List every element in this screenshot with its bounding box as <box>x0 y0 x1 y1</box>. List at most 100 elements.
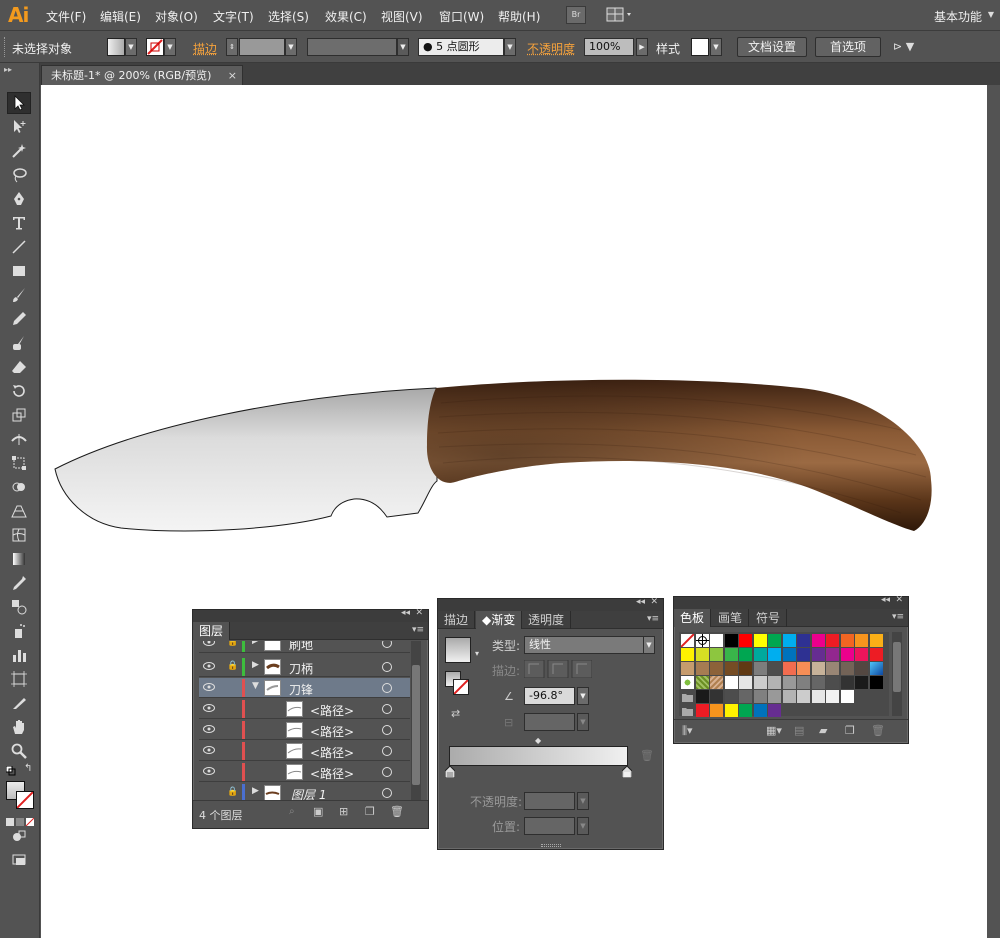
swatch[interactable] <box>695 662 709 675</box>
arrange-documents-icon[interactable] <box>606 6 636 24</box>
swatch[interactable] <box>681 648 694 661</box>
visibility-eye-icon[interactable] <box>203 641 215 646</box>
eyedropper-tool-icon[interactable] <box>7 572 31 594</box>
blob-brush-tool-icon[interactable] <box>7 332 31 354</box>
variable-width-profile[interactable] <box>307 38 397 56</box>
swatch[interactable] <box>840 648 854 661</box>
swatch[interactable] <box>782 648 796 661</box>
stroke-label[interactable]: 描边 <box>193 40 217 57</box>
swatch[interactable] <box>681 690 694 703</box>
selection-tool-icon[interactable] <box>7 92 31 114</box>
menu-effect[interactable]: 效果(C) <box>325 8 367 25</box>
slice-tool-icon[interactable] <box>7 692 31 714</box>
layer-row[interactable]: <路径> <box>199 741 410 761</box>
visibility-eye-icon[interactable] <box>203 662 215 670</box>
brush-dropdown[interactable]: ▼ <box>504 38 516 56</box>
swatch[interactable] <box>826 634 839 647</box>
show-swatch-kinds-icon[interactable]: ▦▾ <box>766 724 782 737</box>
clipping-mask-icon[interactable]: ▣ <box>313 805 323 818</box>
swatch[interactable] <box>797 634 810 647</box>
expand-triangle-icon[interactable]: ▶ <box>252 641 259 646</box>
target-circle-icon[interactable] <box>382 767 392 777</box>
layers-panel-titlebar[interactable]: ◂◂ ✕ <box>193 608 428 622</box>
workspace-switcher[interactable]: 基本功能 <box>934 8 982 25</box>
swatch[interactable] <box>855 662 868 675</box>
paintbrush-tool-icon[interactable] <box>7 284 31 306</box>
swatch[interactable] <box>739 634 752 647</box>
default-fill-stroke-icon[interactable] <box>5 765 16 776</box>
direct-selection-tool-icon[interactable] <box>7 116 31 138</box>
perspective-grid-tool-icon[interactable] <box>7 500 31 522</box>
midpoint-diamond-icon[interactable]: ◆ <box>535 736 541 745</box>
swatch[interactable] <box>695 704 709 717</box>
gradient-type-dropdown[interactable]: ▼ <box>643 636 655 654</box>
collapse-panel-icon[interactable]: ◂◂ <box>636 597 645 607</box>
tab-layers[interactable]: 图层 <box>193 622 231 640</box>
new-sublayer-icon[interactable]: ⊞ <box>339 805 348 818</box>
angle-dropdown[interactable]: ▼ <box>577 687 589 705</box>
visibility-eye-icon[interactable] <box>203 767 215 775</box>
swatch[interactable] <box>681 662 694 675</box>
swatch[interactable] <box>768 648 781 661</box>
document-tab[interactable]: 未标题-1* @ 200% (RGB/预览) × <box>41 65 243 85</box>
close-tab-icon[interactable]: × <box>228 66 237 85</box>
path-name[interactable]: <路径> <box>310 702 354 719</box>
type-tool-icon[interactable] <box>7 212 31 234</box>
layer-row-selected[interactable]: ▼ 刀锋 <box>199 678 410 698</box>
pen-tool-icon[interactable] <box>7 188 31 210</box>
swatch[interactable] <box>724 676 738 689</box>
visibility-eye-icon[interactable] <box>203 746 215 754</box>
collapse-panel-icon[interactable]: ◂◂ <box>881 595 890 605</box>
menu-window[interactable]: 窗口(W) <box>439 8 484 25</box>
swatch[interactable] <box>695 676 709 689</box>
target-circle-icon[interactable] <box>382 746 392 756</box>
swatch[interactable] <box>869 676 883 689</box>
drawing-mode-icon[interactable] <box>7 825 31 847</box>
swatches-panel-titlebar[interactable]: ◂◂ ✕ <box>674 595 908 609</box>
gradient-panel-titlebar[interactable]: ◂◂ ✕ <box>438 597 663 611</box>
swatch[interactable] <box>681 676 694 689</box>
new-layer-icon[interactable]: ❐ <box>365 805 375 818</box>
new-swatch-icon[interactable]: ❐ <box>845 724 855 737</box>
mesh-tool-icon[interactable] <box>7 524 31 546</box>
brush-definition-field[interactable]: ● 5 点圆形 <box>418 38 504 56</box>
swatch[interactable] <box>855 648 868 661</box>
swatch[interactable] <box>768 662 781 675</box>
stop-location-dropdown[interactable]: ▼ <box>577 817 589 835</box>
swatch[interactable] <box>811 690 825 703</box>
swatch[interactable] <box>797 676 810 689</box>
hand-tool-icon[interactable] <box>7 716 31 738</box>
opacity-label[interactable]: 不透明度 <box>527 40 575 57</box>
screen-mode-icon[interactable] <box>7 849 31 871</box>
swatch[interactable] <box>695 690 709 703</box>
menu-file[interactable]: 文件(F) <box>46 8 86 25</box>
swatch[interactable] <box>840 662 854 675</box>
stroke-gradient-buttons[interactable] <box>523 659 593 679</box>
lasso-tool-icon[interactable] <box>7 164 31 186</box>
menu-select[interactable]: 选择(S) <box>268 8 309 25</box>
layer-row[interactable]: <路径> <box>199 720 410 740</box>
stop-opacity-dropdown[interactable]: ▼ <box>577 792 589 810</box>
variable-width-dropdown[interactable]: ▼ <box>397 38 409 56</box>
tab-stroke[interactable]: 描边 <box>438 611 476 629</box>
target-circle-icon[interactable] <box>382 662 392 672</box>
fill-dropdown-arrow[interactable]: ▼ <box>125 38 137 56</box>
target-circle-icon[interactable] <box>382 725 392 735</box>
menu-view[interactable]: 视图(V) <box>381 8 423 25</box>
swatch[interactable] <box>840 634 854 647</box>
delete-swatch-icon[interactable]: 🗑 <box>871 724 885 737</box>
layer-row[interactable]: <路径> <box>199 762 410 782</box>
swatch[interactable] <box>724 634 738 647</box>
stroke-weight-stepper[interactable]: ⇕ <box>226 38 238 56</box>
menu-help[interactable]: 帮助(H) <box>498 8 540 25</box>
path-name[interactable]: <路径> <box>310 723 354 740</box>
swatch[interactable] <box>869 648 883 661</box>
stroke-color-box[interactable] <box>16 791 34 809</box>
swatch[interactable] <box>811 634 825 647</box>
swatch[interactable] <box>855 634 868 647</box>
width-tool-icon[interactable] <box>7 428 31 450</box>
swatch[interactable] <box>753 676 767 689</box>
pencil-tool-icon[interactable] <box>7 308 31 330</box>
swatch[interactable] <box>811 676 825 689</box>
column-graph-tool-icon[interactable] <box>7 644 31 666</box>
